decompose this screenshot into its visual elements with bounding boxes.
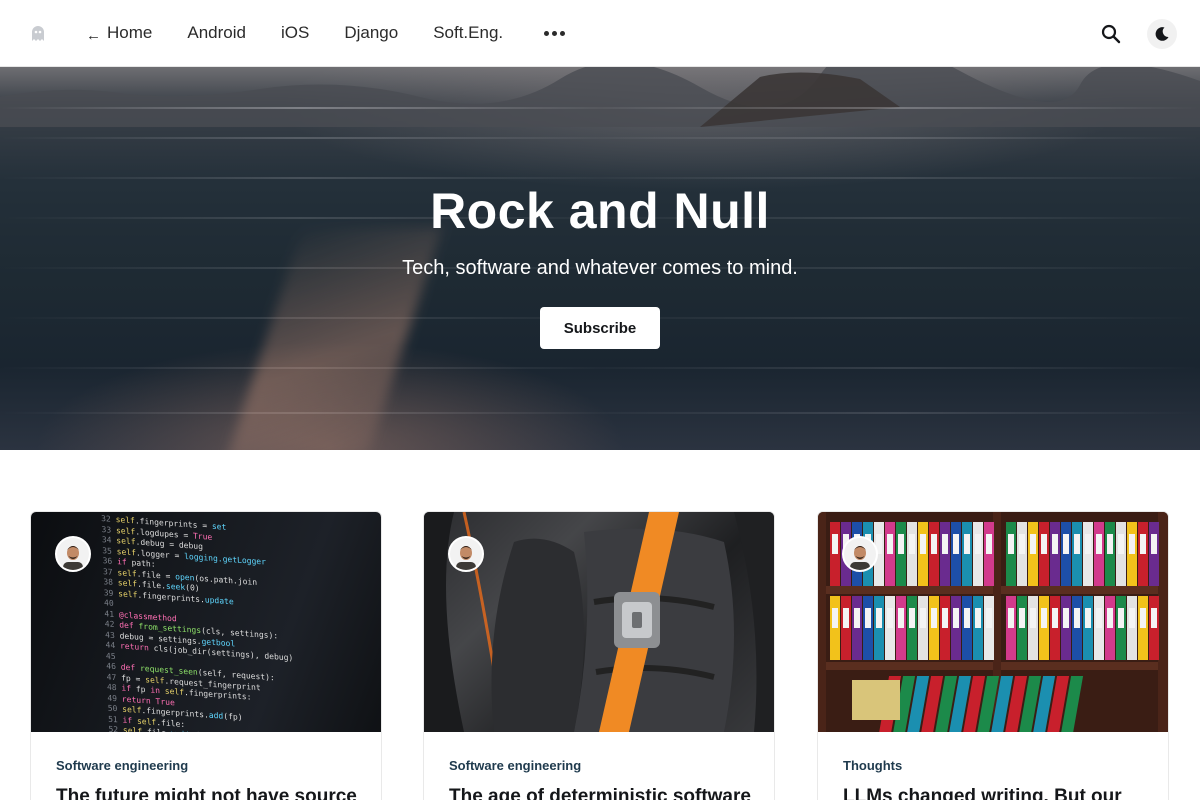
binder-label xyxy=(876,608,882,628)
binder-label xyxy=(1085,608,1091,628)
binder-label xyxy=(920,534,926,554)
hero-background-rocks xyxy=(0,67,1200,127)
binder-label xyxy=(832,608,838,628)
binder-label xyxy=(887,534,893,554)
binder-label xyxy=(931,534,937,554)
binder-label xyxy=(942,608,948,628)
binder-label xyxy=(1063,534,1069,554)
post-image-shelf[interactable] xyxy=(818,512,1168,732)
nav-django-link[interactable]: Django xyxy=(344,23,398,43)
binder-label xyxy=(1129,534,1135,554)
binder-label xyxy=(953,608,959,628)
main-nav: ← Home Android iOS Django Soft.Eng. xyxy=(86,0,566,66)
binder-label xyxy=(1052,608,1058,628)
binder-label xyxy=(1041,534,1047,554)
binder-label xyxy=(964,608,970,628)
binder-label xyxy=(986,534,992,554)
binder-label xyxy=(887,608,893,628)
binder-label xyxy=(1129,608,1135,628)
binder-label xyxy=(975,608,981,628)
moon-icon xyxy=(1155,27,1169,41)
binder-label xyxy=(865,608,871,628)
binder-label xyxy=(909,608,915,628)
author-avatar[interactable] xyxy=(448,536,484,572)
code-decoration: 32 self.fingerprints = set 33 self.logdu… xyxy=(101,514,294,732)
binder-label xyxy=(1052,534,1058,554)
binder-label xyxy=(1151,608,1157,628)
nav-softeng-link[interactable]: Soft.Eng. xyxy=(433,23,503,43)
binder-label xyxy=(942,534,948,554)
binder-label xyxy=(1008,534,1014,554)
left-arrow-icon: ← xyxy=(86,26,101,44)
binder-label xyxy=(1063,608,1069,628)
post-title[interactable]: The age of deterministic software xyxy=(449,786,759,800)
map-picture xyxy=(852,680,900,720)
binder-label xyxy=(1118,608,1124,628)
binder-label xyxy=(1096,608,1102,628)
binder-label xyxy=(854,608,860,628)
post-tag[interactable]: Software engineering xyxy=(56,758,188,773)
binder-label xyxy=(1096,534,1102,554)
author-avatar[interactable] xyxy=(55,536,91,572)
post-image-code[interactable]: 32 self.fingerprints = set 33 self.logdu… xyxy=(31,512,381,732)
binder-label xyxy=(898,534,904,554)
binder-label xyxy=(1151,534,1157,554)
binder-label xyxy=(1085,534,1091,554)
binder-label xyxy=(1019,608,1025,628)
binder-label xyxy=(1041,608,1047,628)
binder-label xyxy=(1140,534,1146,554)
more-dots-icon[interactable] xyxy=(544,30,566,36)
post-image-seat[interactable] xyxy=(424,512,774,732)
binder-label xyxy=(986,608,992,628)
binder-label xyxy=(931,608,937,628)
binder-label xyxy=(1107,608,1113,628)
binder-label xyxy=(953,534,959,554)
binder-label xyxy=(1074,608,1080,628)
post-title[interactable]: The future might not have source xyxy=(56,786,366,800)
binder-label xyxy=(832,534,838,554)
post-tag[interactable]: Thoughts xyxy=(843,758,902,773)
binder-label xyxy=(1140,608,1146,628)
binder-label xyxy=(920,608,926,628)
binder-label xyxy=(1030,608,1036,628)
post-card[interactable]: Software engineering The age of determin… xyxy=(423,511,775,800)
post-card[interactable]: Thoughts LLMs changed writing. But our xyxy=(817,511,1169,800)
binder-label xyxy=(1118,534,1124,554)
post-tag[interactable]: Software engineering xyxy=(449,758,581,773)
site-header: ← Home Android iOS Django Soft.Eng. xyxy=(0,0,1200,67)
binder-label xyxy=(1019,534,1025,554)
nav-home-link[interactable]: ← Home xyxy=(86,23,153,44)
binder-label xyxy=(1074,534,1080,554)
binder-label xyxy=(1107,534,1113,554)
binder-label xyxy=(964,534,970,554)
binder-label xyxy=(843,608,849,628)
binder-label xyxy=(909,534,915,554)
binder-label xyxy=(1030,534,1036,554)
binder-label xyxy=(898,608,904,628)
binder-label xyxy=(975,534,981,554)
hero-banner: Rock and Null Tech, software and whateve… xyxy=(0,67,1200,450)
search-icon[interactable] xyxy=(1100,23,1122,45)
site-description: Tech, software and whatever comes to min… xyxy=(402,257,798,279)
post-card[interactable]: 32 self.fingerprints = set 33 self.logdu… xyxy=(30,511,382,800)
author-avatar[interactable] xyxy=(842,536,878,572)
nav-home-label: Home xyxy=(107,23,153,42)
post-title[interactable]: LLMs changed writing. But our xyxy=(843,786,1153,800)
nav-ios-link[interactable]: iOS xyxy=(281,23,309,43)
nav-android-link[interactable]: Android xyxy=(187,23,246,43)
binder-label xyxy=(1008,608,1014,628)
ghost-logo-icon[interactable] xyxy=(28,23,48,43)
theme-toggle-button[interactable] xyxy=(1147,19,1177,49)
subscribe-button[interactable]: Subscribe xyxy=(540,307,660,349)
site-title: Rock and Null xyxy=(430,183,770,239)
